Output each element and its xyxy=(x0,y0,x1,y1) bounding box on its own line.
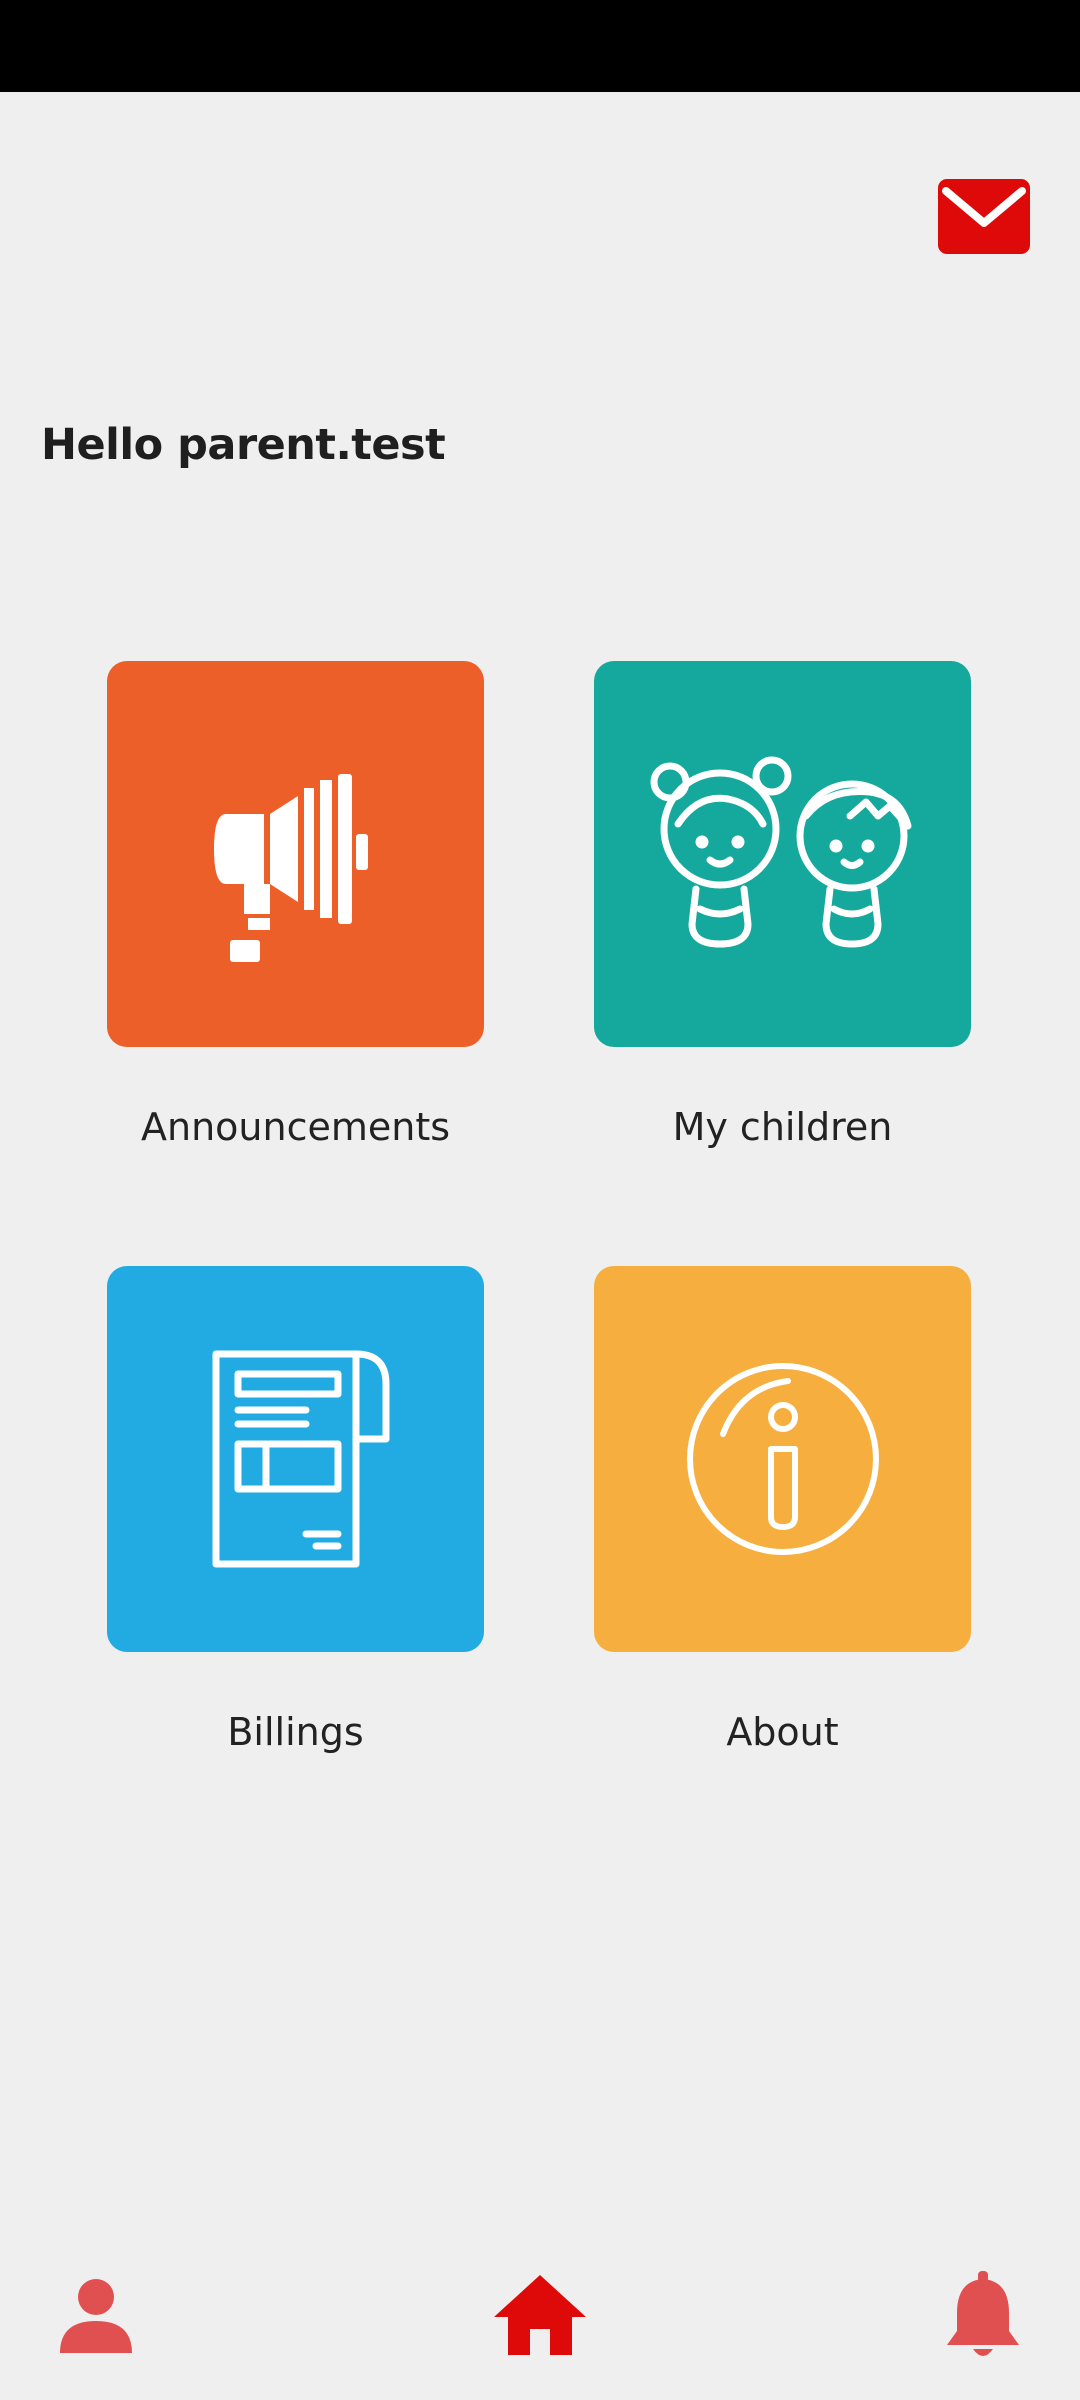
nav-profile-button[interactable] xyxy=(50,2270,142,2360)
greeting-title: Hello parent.test xyxy=(41,420,446,470)
nav-home-button[interactable] xyxy=(490,2270,590,2360)
my-children-tile[interactable] xyxy=(594,661,971,1047)
announcements-tile[interactable] xyxy=(107,661,484,1047)
about-tile[interactable] xyxy=(594,1266,971,1652)
about-label: About xyxy=(726,1710,839,1754)
status-bar xyxy=(0,0,1080,92)
billings-tile[interactable] xyxy=(107,1266,484,1652)
nav-notifications-button[interactable] xyxy=(940,2268,1026,2364)
billings-label: Billings xyxy=(227,1710,364,1754)
receipt-icon xyxy=(212,1350,389,1568)
my-children-label: My children xyxy=(672,1105,893,1149)
mail-button[interactable] xyxy=(938,179,1030,254)
envelope-icon xyxy=(942,187,1026,227)
home-icon xyxy=(494,2275,586,2355)
bell-icon xyxy=(947,2271,1019,2356)
info-icon xyxy=(686,1363,879,1555)
announcements-label: Announcements xyxy=(140,1105,451,1149)
person-icon xyxy=(60,2279,132,2353)
children-icon xyxy=(650,756,911,948)
megaphone-icon xyxy=(213,774,368,962)
